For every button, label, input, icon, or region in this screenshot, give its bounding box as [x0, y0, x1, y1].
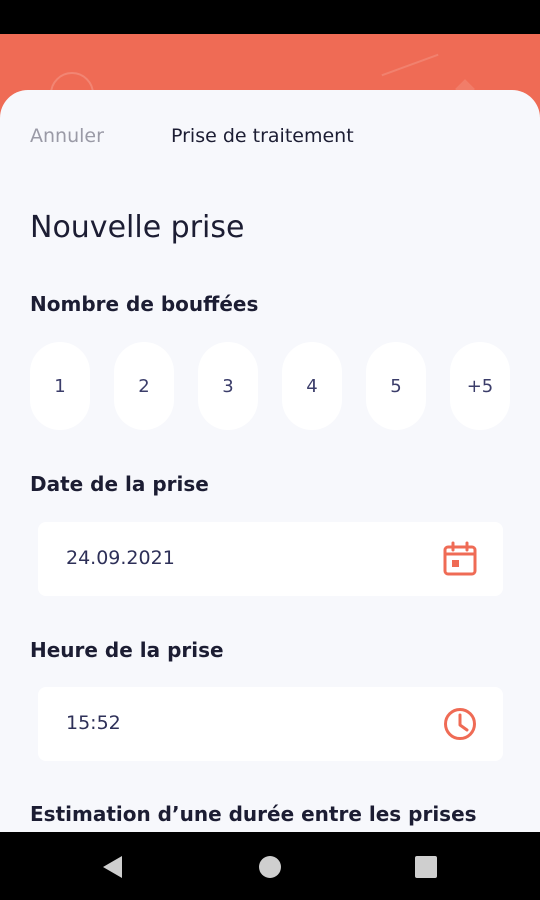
decorative-line — [381, 53, 439, 77]
sheet-title: Prise de traitement — [171, 125, 354, 147]
time-field[interactable]: 15:52 — [38, 687, 503, 761]
cancel-button[interactable]: Annuler — [30, 125, 104, 147]
estimation-label: Estimation d’une durée entre les prises — [30, 802, 477, 826]
modal-sheet: Annuler Prise de traitement Nouvelle pri… — [0, 90, 540, 832]
calendar-icon[interactable] — [442, 541, 478, 577]
system-navigation-bar — [0, 832, 540, 900]
clock-icon[interactable] — [442, 706, 478, 742]
page-heading: Nouvelle prise — [30, 210, 245, 245]
sheet-topbar: Annuler Prise de traitement — [0, 90, 540, 186]
home-icon[interactable] — [255, 852, 285, 882]
date-label: Date de la prise — [30, 472, 209, 496]
puff-option-2[interactable]: 2 — [114, 342, 174, 430]
recents-icon[interactable] — [411, 852, 441, 882]
puff-option-5[interactable]: 5 — [366, 342, 426, 430]
puff-option-3[interactable]: 3 — [198, 342, 258, 430]
back-icon[interactable] — [98, 852, 128, 882]
status-bar — [0, 0, 540, 34]
date-field[interactable]: 24.09.2021 — [38, 522, 503, 596]
puffs-selector: 1 2 3 4 5 +5 — [30, 342, 512, 432]
puffs-label: Nombre de bouffées — [30, 292, 259, 316]
time-value: 15:52 — [66, 712, 121, 734]
puff-option-more[interactable]: +5 — [450, 342, 510, 430]
time-label: Heure de la prise — [30, 638, 224, 662]
puff-option-1[interactable]: 1 — [30, 342, 90, 430]
puff-option-4[interactable]: 4 — [282, 342, 342, 430]
date-value: 24.09.2021 — [66, 547, 175, 569]
app-screen: Annuler Prise de traitement Nouvelle pri… — [0, 0, 540, 900]
